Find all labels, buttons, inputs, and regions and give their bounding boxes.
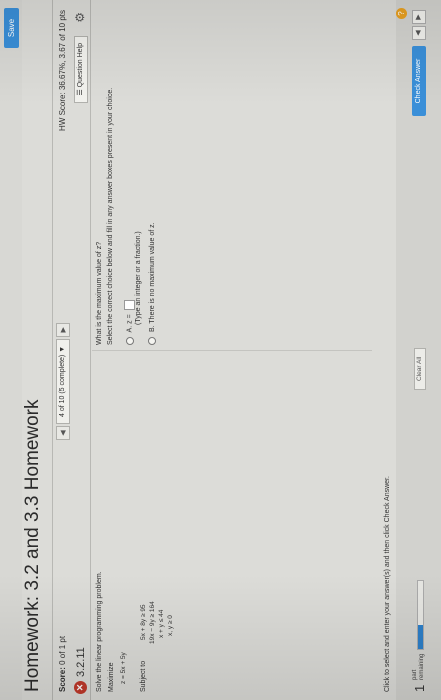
- help-icon[interactable]: ?: [396, 8, 407, 19]
- option-a-text: z =: [126, 314, 134, 324]
- option-a-radio[interactable]: [125, 337, 134, 345]
- z-answer-input[interactable]: [124, 300, 135, 311]
- hw-score: HW Score: 36.67%, 3.67 of 10 pts: [58, 10, 67, 131]
- footer-bar: ? 1 part remaining Clear All Check Answe…: [396, 0, 441, 700]
- check-answer-button[interactable]: Check Answer: [412, 46, 426, 116]
- parts-remaining-count: 1: [412, 684, 427, 692]
- score-text: Score: 0 of 1 pt: [58, 636, 67, 692]
- top-bar: Save: [0, 0, 22, 700]
- question-status-text: 4 of 10 (5 complete): [59, 354, 66, 417]
- part-label: part: [412, 669, 418, 680]
- page-title: Homework: 3.2 and 3.3 Homework: [22, 399, 43, 692]
- panel-divider: [92, 350, 372, 351]
- prev-button[interactable]: ◀: [412, 26, 426, 40]
- divider: [52, 0, 53, 700]
- progress-fill: [418, 625, 423, 649]
- question-number: 3.2.11: [74, 647, 87, 677]
- list-icon: ☰: [77, 89, 84, 96]
- problem-prompt: Solve the linear programming problem.: [96, 571, 103, 692]
- constraint: 5x + 8y ≥ 95: [140, 604, 147, 640]
- homework-page: Save Homework: 3.2 and 3.3 Homework Scor…: [0, 0, 441, 700]
- next-question-button[interactable]: ▶: [56, 322, 70, 337]
- maximize-label: Maximize: [108, 662, 115, 692]
- option-a-hint: (Type an integer or a fraction.): [135, 231, 142, 325]
- question-status-dropdown[interactable]: 4 of 10 (5 complete) ▼: [56, 338, 70, 424]
- subject-to-label: Subject to: [140, 660, 147, 692]
- option-a-letter: A.: [126, 325, 134, 333]
- remaining-label: remaining: [419, 653, 425, 680]
- score-label: Score:: [58, 667, 67, 692]
- progress-bar: [417, 580, 424, 650]
- gear-icon[interactable]: ⚙: [73, 12, 87, 23]
- click-instruction: Click to select and enter your answer(s)…: [384, 476, 391, 692]
- divider: [90, 0, 91, 700]
- answer-instruction: Select the correct choice below and fill…: [107, 87, 114, 345]
- next-button[interactable]: ▶: [412, 10, 426, 24]
- question-help-button[interactable]: ☰ Question Help: [74, 36, 88, 103]
- clear-all-button[interactable]: Clear All: [414, 347, 426, 390]
- question-id-row: ✕ 3.2.11: [74, 647, 87, 694]
- chevron-down-icon: ▼: [59, 345, 66, 353]
- x-circle-icon: ✕: [74, 681, 87, 694]
- option-b-radio[interactable]: [148, 337, 156, 345]
- constraint: 19x − 9y ≥ 164: [149, 601, 156, 644]
- question-navigator: ◀ 4 of 10 (5 complete) ▼ ▶: [56, 322, 70, 440]
- option-b-letter: B.: [148, 325, 156, 333]
- prev-question-button[interactable]: ◀: [56, 426, 70, 440]
- parts-remaining-label: part remaining: [412, 654, 426, 680]
- option-b[interactable]: B. There is no maximum value of z.: [148, 222, 156, 345]
- constraint: x, y ≥ 0: [167, 615, 174, 636]
- objective-function: z = 5x + 5y: [120, 652, 127, 684]
- score-value: 0 of 1 pt: [58, 635, 67, 665]
- save-button[interactable]: Save: [4, 8, 19, 48]
- constraint: x + y ≤ 44: [158, 609, 165, 638]
- question-help-label: Question Help: [77, 43, 84, 88]
- option-a[interactable]: A. z =: [124, 300, 135, 345]
- answer-question: What is the maximum value of z?: [96, 241, 103, 345]
- option-b-text: There is no maximum value of z.: [148, 222, 156, 324]
